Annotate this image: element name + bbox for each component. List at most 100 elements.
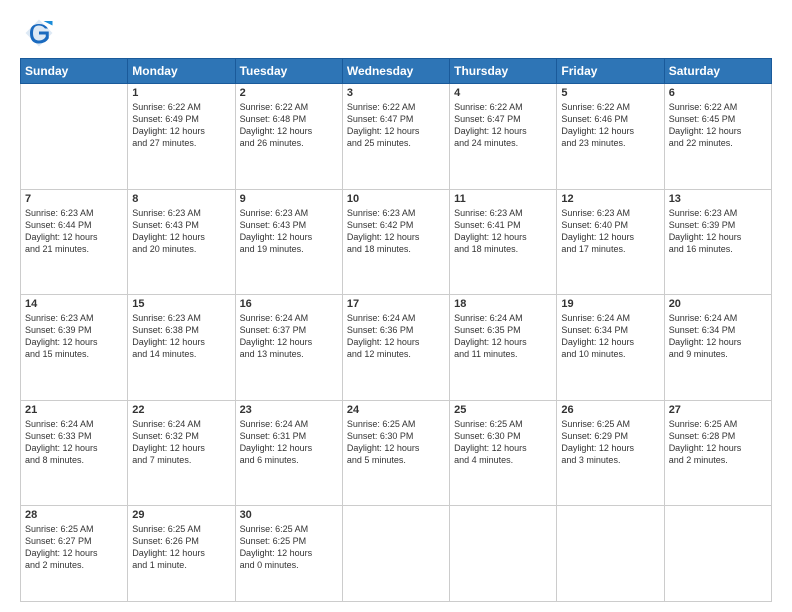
day-number: 19 [561, 298, 659, 310]
day-number: 25 [454, 404, 552, 416]
day-number: 16 [240, 298, 338, 310]
calendar-cell: 27Sunrise: 6:25 AMSunset: 6:28 PMDayligh… [664, 400, 771, 506]
calendar-cell: 9Sunrise: 6:23 AMSunset: 6:43 PMDaylight… [235, 189, 342, 295]
calendar-cell [21, 84, 128, 190]
day-number: 6 [669, 87, 767, 99]
col-header-friday: Friday [557, 59, 664, 84]
calendar-cell: 5 Sunrise: 6:22 AMSunset: 6:46 PMDaylight… [557, 84, 664, 190]
day-info: Sunrise: 6:24 AMSunset: 6:37 PMDaylight:… [240, 312, 338, 361]
day-number: 15 [132, 298, 230, 310]
day-info: Sunrise: 6:25 AMSunset: 6:27 PMDaylight:… [25, 523, 123, 572]
day-info: Sunrise: 6:22 AMSunset: 6:48 PMDaylight:… [240, 101, 338, 150]
col-header-thursday: Thursday [450, 59, 557, 84]
calendar-cell [450, 506, 557, 602]
day-number: 2 [240, 87, 338, 99]
week-row-1: 1 Sunrise: 6:22 AMSunset: 6:49 PMDaylight… [21, 84, 772, 190]
day-number: 21 [25, 404, 123, 416]
calendar-cell: 4 Sunrise: 6:22 AMSunset: 6:47 PMDaylight… [450, 84, 557, 190]
header-row: SundayMondayTuesdayWednesdayThursdayFrid… [21, 59, 772, 84]
calendar-cell: 22 Sunrise: 6:24 AMSunset: 6:32 PMDayligh… [128, 400, 235, 506]
calendar-cell [342, 506, 449, 602]
day-number: 22 [132, 404, 230, 416]
day-info: Sunrise: 6:23 AMSunset: 6:43 PMDaylight:… [132, 207, 230, 256]
calendar-cell: 17 Sunrise: 6:24 AMSunset: 6:36 PMDayligh… [342, 295, 449, 401]
day-info: Sunrise: 6:22 AMSunset: 6:49 PMDaylight:… [132, 101, 230, 150]
day-info: Sunrise: 6:23 AMSunset: 6:43 PMDaylight:… [240, 207, 338, 256]
calendar-cell: 29 Sunrise: 6:25 AMSunset: 6:26 PMDayligh… [128, 506, 235, 602]
day-info: Sunrise: 6:24 AMSunset: 6:34 PMDaylight:… [669, 312, 767, 361]
day-info: Sunrise: 6:23 AMSunset: 6:42 PMDaylight:… [347, 207, 445, 256]
day-number: 20 [669, 298, 767, 310]
day-number: 30 [240, 509, 338, 521]
day-info: Sunrise: 6:23 AMSunset: 6:39 PMDaylight:… [669, 207, 767, 256]
week-row-4: 21Sunrise: 6:24 AMSunset: 6:33 PMDayligh… [21, 400, 772, 506]
day-number: 5 [561, 87, 659, 99]
calendar-cell: 8 Sunrise: 6:23 AMSunset: 6:43 PMDaylight… [128, 189, 235, 295]
day-number: 24 [347, 404, 445, 416]
calendar-cell [557, 506, 664, 602]
day-info: Sunrise: 6:22 AMSunset: 6:46 PMDaylight:… [561, 101, 659, 150]
day-number: 29 [132, 509, 230, 521]
day-number: 23 [240, 404, 338, 416]
header [20, 18, 772, 48]
calendar-cell: 1 Sunrise: 6:22 AMSunset: 6:49 PMDaylight… [128, 84, 235, 190]
calendar-cell: 18Sunrise: 6:24 AMSunset: 6:35 PMDayligh… [450, 295, 557, 401]
calendar-cell: 10 Sunrise: 6:23 AMSunset: 6:42 PMDayligh… [342, 189, 449, 295]
col-header-tuesday: Tuesday [235, 59, 342, 84]
day-info: Sunrise: 6:23 AMSunset: 6:41 PMDaylight:… [454, 207, 552, 256]
calendar-cell: 6 Sunrise: 6:22 AMSunset: 6:45 PMDaylight… [664, 84, 771, 190]
calendar-cell: 11 Sunrise: 6:23 AMSunset: 6:41 PMDayligh… [450, 189, 557, 295]
calendar-cell: 23 Sunrise: 6:24 AMSunset: 6:31 PMDayligh… [235, 400, 342, 506]
day-number: 26 [561, 404, 659, 416]
week-row-2: 7 Sunrise: 6:23 AMSunset: 6:44 PMDaylight… [21, 189, 772, 295]
calendar-cell: 24 Sunrise: 6:25 AMSunset: 6:30 PMDayligh… [342, 400, 449, 506]
col-header-saturday: Saturday [664, 59, 771, 84]
col-header-monday: Monday [128, 59, 235, 84]
day-info: Sunrise: 6:25 AMSunset: 6:25 PMDaylight:… [240, 523, 338, 572]
day-number: 8 [132, 193, 230, 205]
calendar-cell: 12Sunrise: 6:23 AMSunset: 6:40 PMDayligh… [557, 189, 664, 295]
day-number: 13 [669, 193, 767, 205]
day-number: 4 [454, 87, 552, 99]
day-info: Sunrise: 6:22 AMSunset: 6:47 PMDaylight:… [454, 101, 552, 150]
day-info: Sunrise: 6:24 AMSunset: 6:32 PMDaylight:… [132, 418, 230, 467]
calendar-cell [664, 506, 771, 602]
calendar-cell: 28 Sunrise: 6:25 AMSunset: 6:27 PMDayligh… [21, 506, 128, 602]
day-number: 28 [25, 509, 123, 521]
calendar-cell: 20 Sunrise: 6:24 AMSunset: 6:34 PMDayligh… [664, 295, 771, 401]
calendar-cell: 13 Sunrise: 6:23 AMSunset: 6:39 PMDayligh… [664, 189, 771, 295]
day-number: 14 [25, 298, 123, 310]
calendar-cell: 2 Sunrise: 6:22 AMSunset: 6:48 PMDaylight… [235, 84, 342, 190]
calendar-cell: 16 Sunrise: 6:24 AMSunset: 6:37 PMDayligh… [235, 295, 342, 401]
day-info: Sunrise: 6:24 AMSunset: 6:35 PMDaylight:… [454, 312, 552, 361]
day-number: 11 [454, 193, 552, 205]
calendar-cell: 19Sunrise: 6:24 AMSunset: 6:34 PMDayligh… [557, 295, 664, 401]
day-info: Sunrise: 6:23 AMSunset: 6:38 PMDaylight:… [132, 312, 230, 361]
day-number: 17 [347, 298, 445, 310]
calendar-cell: 15 Sunrise: 6:23 AMSunset: 6:38 PMDayligh… [128, 295, 235, 401]
calendar-cell: 25 Sunrise: 6:25 AMSunset: 6:30 PMDayligh… [450, 400, 557, 506]
day-number: 3 [347, 87, 445, 99]
day-info: Sunrise: 6:25 AMSunset: 6:26 PMDaylight:… [132, 523, 230, 572]
day-info: Sunrise: 6:22 AMSunset: 6:45 PMDaylight:… [669, 101, 767, 150]
day-number: 7 [25, 193, 123, 205]
day-number: 10 [347, 193, 445, 205]
day-info: Sunrise: 6:23 AMSunset: 6:44 PMDaylight:… [25, 207, 123, 256]
day-number: 12 [561, 193, 659, 205]
day-number: 27 [669, 404, 767, 416]
day-info: Sunrise: 6:24 AMSunset: 6:36 PMDaylight:… [347, 312, 445, 361]
calendar-table: SundayMondayTuesdayWednesdayThursdayFrid… [20, 58, 772, 602]
calendar-cell: 7 Sunrise: 6:23 AMSunset: 6:44 PMDaylight… [21, 189, 128, 295]
page: SundayMondayTuesdayWednesdayThursdayFrid… [0, 0, 792, 612]
logo [20, 18, 56, 48]
day-info: Sunrise: 6:25 AMSunset: 6:29 PMDaylight:… [561, 418, 659, 467]
day-info: Sunrise: 6:24 AMSunset: 6:31 PMDaylight:… [240, 418, 338, 467]
day-number: 1 [132, 87, 230, 99]
logo-icon [24, 18, 54, 48]
day-info: Sunrise: 6:22 AMSunset: 6:47 PMDaylight:… [347, 101, 445, 150]
calendar-cell: 26 Sunrise: 6:25 AMSunset: 6:29 PMDayligh… [557, 400, 664, 506]
day-info: Sunrise: 6:25 AMSunset: 6:30 PMDaylight:… [347, 418, 445, 467]
calendar-cell: 14Sunrise: 6:23 AMSunset: 6:39 PMDayligh… [21, 295, 128, 401]
calendar-cell: 30 Sunrise: 6:25 AMSunset: 6:25 PMDayligh… [235, 506, 342, 602]
day-info: Sunrise: 6:25 AMSunset: 6:30 PMDaylight:… [454, 418, 552, 467]
